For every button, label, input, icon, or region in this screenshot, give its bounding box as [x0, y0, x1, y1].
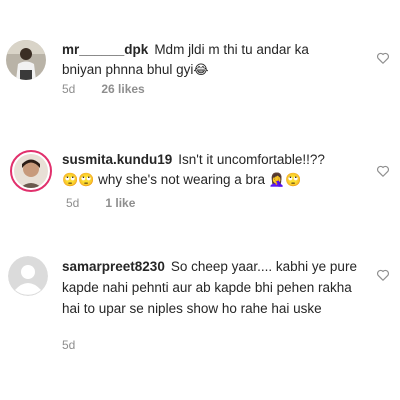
comment-text: mr______dpk Mdm jldi m thi tu andar ka bn… — [62, 40, 352, 81]
comment-meta: 5d 1 like — [66, 196, 161, 210]
comment-time: 5d — [66, 196, 80, 210]
avatar-photo-icon — [6, 40, 46, 80]
comment-username[interactable]: samarpreet8230 — [62, 259, 165, 274]
comment-username[interactable]: mr______dpk — [62, 42, 148, 57]
heart-icon[interactable] — [376, 268, 390, 282]
comment-username[interactable]: susmita.kundu19 — [62, 152, 172, 167]
eye-roll-emoji-icon: 🙄🙄 — [62, 173, 95, 188]
comment-body-line2: why she's not wearing a bra — [98, 172, 266, 187]
comment-likes[interactable]: 1 like — [105, 196, 135, 210]
comment-time: 5d — [62, 82, 76, 96]
default-avatar-icon — [8, 256, 48, 296]
comment-meta: 5d 26 likes — [62, 82, 171, 96]
comment-text: samarpreet8230 So cheep yaar.... kabhi ye… — [62, 256, 362, 319]
comment-body: Isn't it uncomfortable!!?? — [178, 152, 325, 167]
comment-meta: 5d — [62, 338, 101, 352]
avatar[interactable] — [6, 40, 46, 80]
avatar-photo-icon — [14, 154, 48, 188]
comment-likes[interactable]: 26 likes — [101, 82, 144, 96]
avatar[interactable] — [10, 150, 52, 192]
comment-time: 5d — [62, 338, 76, 352]
avatar[interactable] — [8, 256, 48, 296]
laughing-emoji-icon: 😂 — [193, 63, 209, 78]
heart-icon[interactable] — [376, 51, 390, 65]
facepalm-emoji-icon: 🤦‍♀️🙄 — [268, 173, 302, 188]
heart-icon[interactable] — [376, 164, 390, 178]
comment-text: susmita.kundu19 Isn't it uncomfortable!!?… — [62, 150, 352, 191]
